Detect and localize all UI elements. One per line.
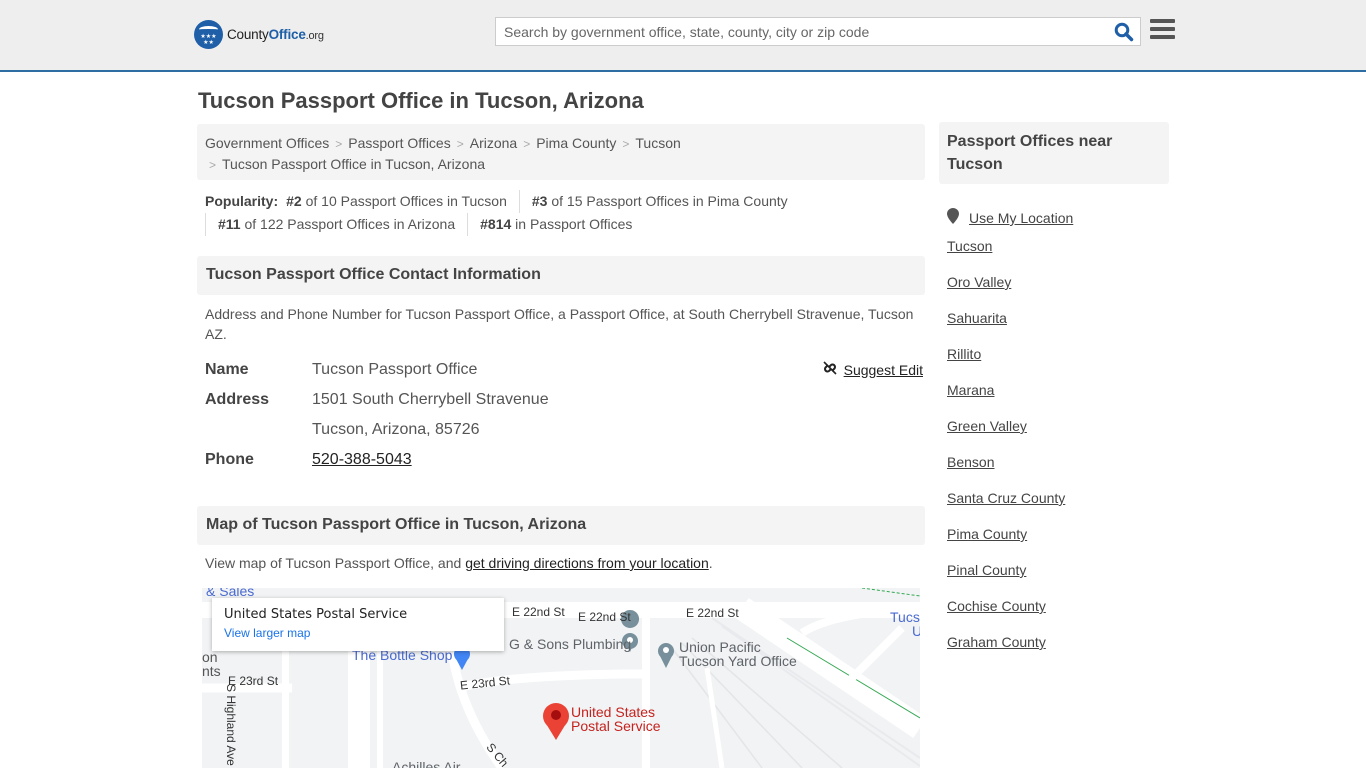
popularity-item: #3 of 15 Passport Offices in Pima County: [518, 190, 800, 213]
search-icon[interactable]: [1114, 22, 1134, 42]
popularity-item: #11 of 122 Passport Offices in Arizona: [205, 213, 467, 236]
popularity: Popularity: #2 of 10 Passport Offices in …: [205, 190, 925, 236]
site-header: ★★★ ★★ CountyOffice.org: [0, 0, 1366, 72]
popularity-item: #2 of 10 Passport Offices in Tucson: [286, 193, 507, 209]
chevron-right-icon: >: [622, 137, 630, 151]
popularity-label: Popularity:: [205, 193, 279, 209]
contact-info: Name Tucson Passport Office Address 1501…: [205, 355, 923, 475]
sidebar-item-graham-county[interactable]: Graham County: [947, 632, 1073, 668]
use-my-location[interactable]: Use My Location: [947, 200, 1073, 236]
embedded-map[interactable]: & Sales E 22nd St E 22nd St E 22nd St E …: [202, 588, 920, 768]
map-poi-plumbing[interactable]: G & Sons Plumbing: [509, 637, 631, 652]
breadcrumb-arizona[interactable]: Arizona: [470, 135, 517, 151]
sidebar-item-green-valley[interactable]: Green Valley: [947, 416, 1073, 452]
map-label: nts: [202, 663, 221, 679]
site-logo[interactable]: ★★★ ★★ CountyOffice.org: [194, 20, 324, 49]
sidebar-item-santa-cruz-county[interactable]: Santa Cruz County: [947, 488, 1073, 524]
sidebar-item-cochise-county[interactable]: Cochise County: [947, 596, 1073, 632]
use-my-location-link[interactable]: Use My Location: [969, 208, 1073, 228]
map-label: E 22nd St: [512, 605, 565, 619]
breadcrumb-passport-offices[interactable]: Passport Offices: [348, 135, 450, 151]
address-row: Address 1501 South Cherrybell Stravenue: [205, 391, 549, 408]
map-place-card: United States Postal Service View larger…: [212, 598, 504, 651]
popularity-item: #814 in Passport Offices: [467, 213, 644, 236]
contact-heading: Tucson Passport Office Contact Informati…: [197, 256, 925, 295]
map-poi-union-pacific: Tucson Yard Office: [679, 653, 797, 669]
map-label: S Highland Ave: [224, 684, 238, 766]
breadcrumb-tucson[interactable]: Tucson: [635, 135, 680, 151]
chevron-right-icon: >: [456, 137, 464, 151]
search-input[interactable]: [496, 18, 1096, 45]
search-box: [495, 17, 1141, 46]
map-description: View map of Tucson Passport Office, and …: [205, 555, 713, 571]
breadcrumb-government-offices[interactable]: Government Offices: [205, 135, 329, 151]
address-line-1: 1501 South Cherrybell Stravenue: [312, 391, 549, 408]
sidebar-item-pima-county[interactable]: Pima County: [947, 524, 1073, 560]
phone-link[interactable]: 520-388-5043: [312, 451, 412, 468]
chevron-right-icon: >: [335, 137, 343, 151]
map-heading: Map of Tucson Passport Office in Tucson,…: [197, 506, 925, 545]
chevron-right-icon: >: [209, 158, 217, 172]
sidebar-item-tucson[interactable]: Tucson: [947, 236, 1073, 272]
sidebar-heading: Passport Offices near Tucson: [939, 122, 1169, 184]
suggest-edit-link[interactable]: Suggest Edit: [844, 362, 923, 378]
breadcrumb: Government Offices > Passport Offices > Ariz…: [197, 124, 925, 180]
name-row: Name Tucson Passport Office: [205, 361, 478, 378]
sidebar-item-benson[interactable]: Benson: [947, 452, 1073, 488]
phone-row: Phone 520-388-5043: [205, 451, 412, 468]
sidebar-item-rillito[interactable]: Rillito: [947, 344, 1073, 380]
map-marker-icon: [947, 207, 959, 229]
sidebar-item-oro-valley[interactable]: Oro Valley: [947, 272, 1073, 308]
office-name: Tucson Passport Office: [312, 361, 478, 378]
driving-directions-link[interactable]: get driving directions from your locatio…: [465, 555, 709, 571]
address-line-2: Tucson, Arizona, 85726: [312, 421, 480, 438]
eagle-logo-icon: ★★★ ★★: [194, 20, 223, 49]
suggest-edit[interactable]: Suggest Edit: [822, 360, 923, 379]
map-label: U: [912, 623, 920, 639]
map-label: E 22nd St: [578, 610, 631, 624]
sidebar-item-marana[interactable]: Marana: [947, 380, 1073, 416]
view-larger-map-link[interactable]: View larger map: [224, 626, 492, 640]
contact-description: Address and Phone Number for Tucson Pass…: [205, 306, 914, 342]
sidebar-item-sahuarita[interactable]: Sahuarita: [947, 308, 1073, 344]
address-row-2: Tucson, Arizona, 85726: [205, 415, 923, 445]
map-card-title: United States Postal Service: [224, 607, 408, 622]
logo-text: CountyOffice.org: [227, 27, 324, 42]
breadcrumb-current: Tucson Passport Office in Tucson, Arizon…: [222, 156, 486, 172]
broken-link-icon: [822, 360, 838, 379]
sidebar-item-pinal-county[interactable]: Pinal County: [947, 560, 1073, 596]
chevron-right-icon: >: [523, 137, 531, 151]
nearby-list: Use My Location Tucson Oro Valley Sahuar…: [947, 200, 1073, 668]
hamburger-menu-icon[interactable]: [1150, 19, 1175, 42]
map-label: E 22nd St: [686, 606, 739, 620]
map-poi-usps: Postal Service: [571, 718, 661, 734]
map-poi-achilles[interactable]: Achilles Air: [392, 760, 460, 768]
breadcrumb-pima-county[interactable]: Pima County: [536, 135, 616, 151]
page-title: Tucson Passport Office in Tucson, Arizon…: [198, 88, 644, 113]
